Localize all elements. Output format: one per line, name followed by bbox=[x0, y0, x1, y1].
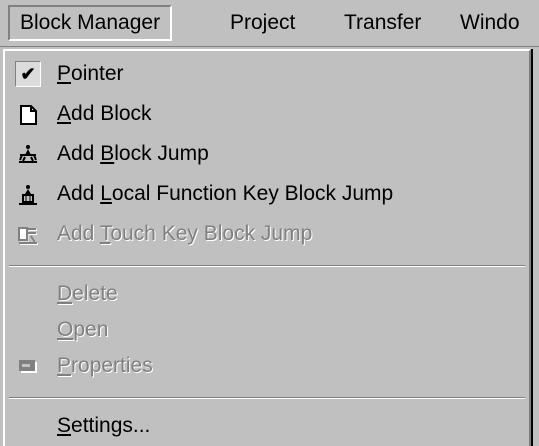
menu-item-open[interactable]: Open bbox=[5, 313, 527, 347]
menu-item-add-touch-key-block-jump-label: Add Touch Key Block Jump bbox=[57, 222, 313, 245]
menu-item-add-block-label: Add Block bbox=[57, 102, 152, 125]
menu-item-add-block[interactable]: Add Block bbox=[5, 97, 527, 131]
menu-transfer[interactable]: Transfer bbox=[334, 5, 431, 41]
menu-item-delete-label: Delete bbox=[57, 282, 118, 305]
blank-page-icon bbox=[20, 105, 37, 125]
menu-item-properties-label: Properties bbox=[57, 354, 153, 377]
block-jump-icon bbox=[19, 145, 37, 163]
menu-item-add-local-function-key-block-jump-label: Add Local Function Key Block Jump bbox=[57, 182, 394, 205]
menu-block-manager[interactable]: Block Manager bbox=[8, 5, 173, 41]
menu-item-pointer[interactable]: ✔ Pointer bbox=[5, 57, 527, 91]
menu-item-add-block-jump[interactable]: Add Block Jump bbox=[5, 137, 527, 171]
menu-separator bbox=[9, 397, 525, 399]
menu-item-add-block-jump-label: Add Block Jump bbox=[57, 142, 209, 165]
menu-bar: Block Manager Project Transfer Windo bbox=[0, 0, 539, 47]
menu-separator bbox=[9, 265, 525, 267]
menu-item-settings[interactable]: Settings... bbox=[5, 409, 527, 443]
menu-item-open-label: Open bbox=[57, 318, 109, 341]
properties-icon bbox=[19, 360, 37, 373]
block-manager-dropdown: ✔ Pointer Add Block Add Block Jump Add L… bbox=[3, 49, 533, 446]
menu-project[interactable]: Project bbox=[220, 5, 305, 41]
touch-key-jump-icon bbox=[18, 227, 38, 245]
menu-item-settings-label: Settings... bbox=[57, 414, 151, 437]
menu-item-add-local-function-key-block-jump[interactable]: Add Local Function Key Block Jump bbox=[5, 177, 527, 211]
checkmark-icon: ✔ bbox=[15, 61, 41, 87]
function-key-jump-icon bbox=[19, 185, 37, 205]
menu-item-delete[interactable]: Delete bbox=[5, 277, 527, 311]
menu-item-pointer-label: Pointer bbox=[57, 62, 124, 85]
menu-window[interactable]: Windo bbox=[450, 5, 530, 41]
menu-item-properties[interactable]: Properties bbox=[5, 349, 527, 383]
menu-item-add-touch-key-block-jump[interactable]: Add Touch Key Block Jump bbox=[5, 217, 527, 251]
